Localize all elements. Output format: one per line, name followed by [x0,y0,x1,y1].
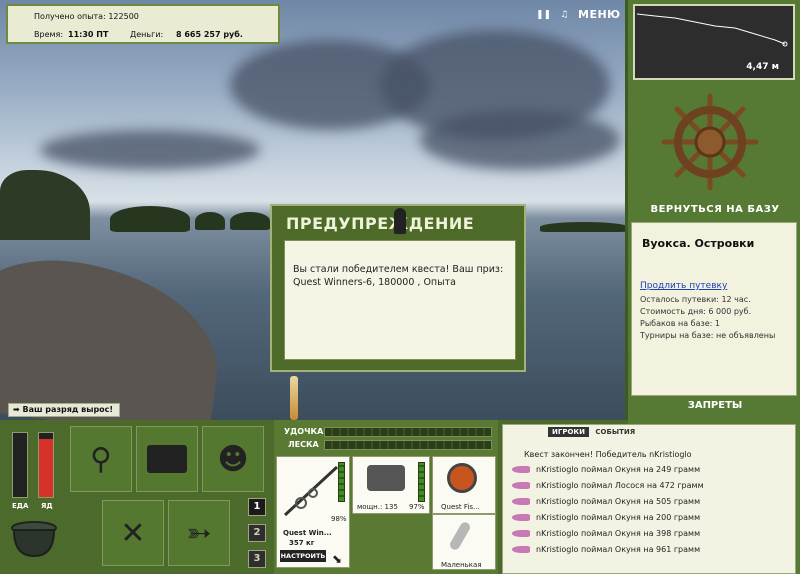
tackle-box-tile[interactable] [136,426,198,492]
food-label: ЕДА [12,502,29,510]
fish-icon [512,482,530,489]
xp-value: 122500 [108,12,139,21]
cauldron-icon[interactable] [8,518,60,560]
rod-tension-bar [324,427,492,437]
top-icons: ❚❚ ♫ [536,10,574,20]
knife-fork-icon: ✕ [120,515,146,551]
page-button-1[interactable]: 1 [248,498,266,516]
poison-label: ЯД [41,502,53,510]
fish-icon [512,514,530,521]
tournaments-info: Турниры на базе: не объявлены [640,331,776,340]
lure-name: Маленькая [441,561,482,569]
rod-weight: 357 кг [289,539,315,547]
rank-up-notification: ➡ Ваш разряд вырос! [8,403,121,417]
rod-reel-icon [283,465,339,517]
ship-wheel-icon[interactable] [660,92,760,192]
fish-icon [512,466,530,473]
setup-button[interactable]: НАСТРОИТЬ [280,550,326,562]
list-item: nKristioglo поймал Окуня на 505 грамм [512,497,700,506]
sound-icon[interactable]: ♫ [560,10,568,20]
lure-icon [448,520,472,552]
list-item: nKristioglo поймал Окуня на 961 грамм [512,545,700,554]
tab-events[interactable]: СОБЫТИЯ [591,427,639,437]
bans-button[interactable]: ЗАПРЕТЫ [640,400,790,411]
money-label: Деньги: [130,30,164,39]
return-to-base-button[interactable]: ВЕРНУТЬСЯ НА БАЗУ [640,204,790,215]
page-button-3[interactable]: 3 [248,550,266,568]
rod-icon: ⚲ [90,441,112,477]
tackle-box-icon [147,445,187,473]
reel-power: мощн.: 135 [357,503,398,511]
rod-condition: 98% [331,515,347,523]
base-name: Вуокса. Островки [642,237,755,250]
fisherman-icon: ☻ [217,441,249,477]
warning-dialog: ПРЕДУПРЕЖДЕНИЕ Вы стали победителем квес… [270,204,526,372]
depth-chart: 4,47 м [633,4,795,80]
rod-tip-icon [290,376,298,420]
rod-name: Quest Win... [283,529,332,537]
reel-icon [367,465,405,491]
base-info-panel: Вуокса. Островки Продлить путевку Остало… [631,222,797,396]
line-name: Quest Fis... [441,503,480,511]
list-item: nKristioglo поймал Окуня на 398 грамм [512,529,700,538]
player-info-panel: Получено опыта: 122500 Время: 11:30 ПТ Д… [6,4,280,44]
dialog-title: ПРЕДУПРЕЖДЕНИЕ [286,214,475,233]
list-item: nKristioglo поймал Окуня на 249 грамм [512,465,700,474]
page-button-2[interactable]: 2 [248,524,266,542]
rod-condition-bar [338,462,345,502]
line-spool-icon [447,463,477,493]
fisherman-tile[interactable]: ☻ [202,426,264,492]
food-tile[interactable]: ✕ [102,500,164,566]
lure-slot[interactable]: Маленькая [432,514,496,570]
extend-permit-link[interactable]: Продлить путевку [640,281,727,291]
fishers-count: Рыбаков на базе: 1 [640,319,720,328]
fish-icon: ➳ [186,515,212,551]
poison-gauge [38,432,54,498]
pin-icon [394,208,406,234]
fish-icon [512,498,530,505]
rod-tile[interactable]: ⚲ [70,426,132,492]
list-item: nKristioglo поймал Лосося на 472 грамм [512,481,704,490]
tab-players[interactable]: ИГРОКИ [548,427,589,437]
fish-icon [512,530,530,537]
rod-bar-label: УДОЧКА [284,427,324,436]
line-tension-bar [324,440,492,450]
xp-label: Получено опыта: [34,12,106,21]
line-slot[interactable]: Quest Fis... [432,456,496,514]
fish-icon [512,546,530,553]
day-cost: Стоимость дня: 6 000 руб. [640,307,752,316]
resize-arrow-icon: ⬊ [332,552,343,566]
money-value: 8 665 257 руб. [176,30,243,39]
arrow-icon: ➡ [13,405,20,414]
events-headline: Квест закончен! Победитель nKristioglo [524,450,692,459]
depth-value: 4,47 м [746,62,779,72]
notification-text: Ваш разряд вырос! [22,405,114,414]
food-gauge [12,432,28,498]
reel-condition: 97% [409,503,425,511]
list-item: nKristioglo поймал Окуня на 200 грамм [512,513,700,522]
fish-tile[interactable]: ➳ [168,500,230,566]
menu-button[interactable]: МЕНЮ [578,8,621,21]
permit-remaining: Осталось путевки: 12 час. [640,295,751,304]
reel-condition-bar [418,462,425,502]
time-label: Время: [34,30,64,39]
dialog-message: Вы стали победителем квеста! Ваш приз: Q… [284,240,516,360]
time-value: 11:30 ПТ [68,30,109,39]
events-tabs: ИГРОКИ СОБЫТИЯ [548,427,639,437]
pause-icon[interactable]: ❚❚ [536,10,551,20]
line-bar-label: ЛЕСКА [288,440,319,449]
